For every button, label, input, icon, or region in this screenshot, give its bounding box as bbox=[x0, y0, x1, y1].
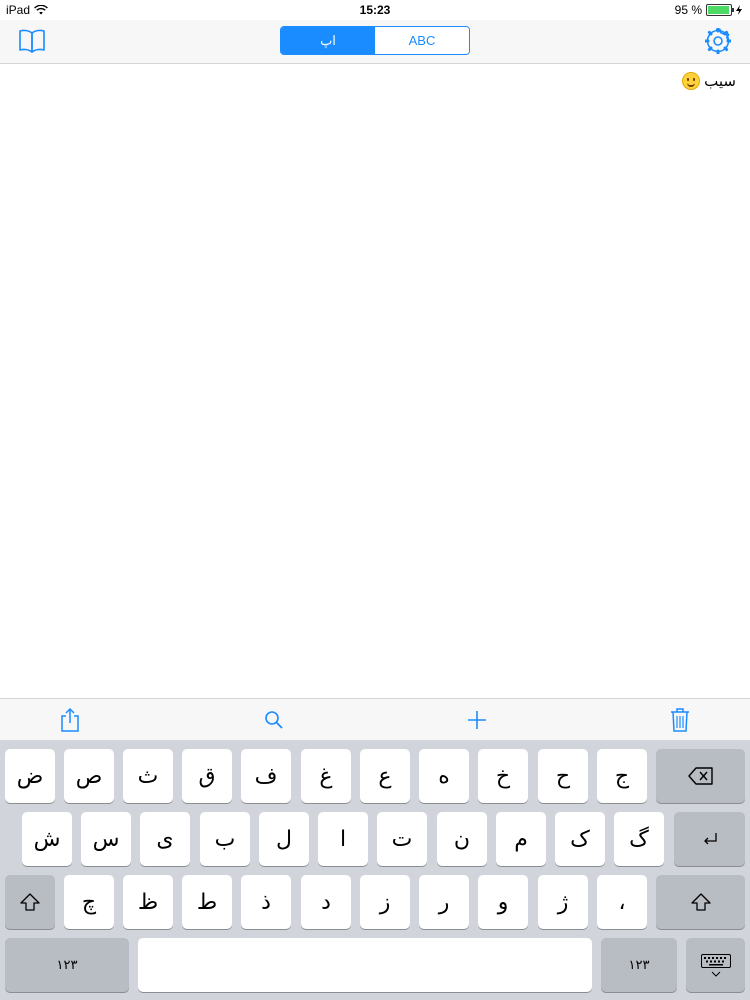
key[interactable]: ت bbox=[377, 812, 427, 866]
key[interactable]: ، bbox=[597, 875, 647, 929]
key[interactable]: غ bbox=[301, 749, 351, 803]
keyboard-icon bbox=[700, 953, 731, 968]
key[interactable]: چ bbox=[64, 875, 114, 929]
add-icon[interactable] bbox=[463, 706, 491, 734]
list-item[interactable]: سیب bbox=[682, 72, 736, 90]
key[interactable]: ب bbox=[200, 812, 250, 866]
key[interactable]: د bbox=[301, 875, 351, 929]
key[interactable]: ح bbox=[538, 749, 588, 803]
key[interactable]: س bbox=[81, 812, 131, 866]
key[interactable]: خ bbox=[478, 749, 528, 803]
key[interactable]: ص bbox=[64, 749, 114, 803]
book-icon[interactable] bbox=[16, 25, 48, 57]
key[interactable]: ژ bbox=[538, 875, 588, 929]
battery-icon bbox=[706, 4, 734, 16]
clock: 15:23 bbox=[359, 3, 391, 17]
numbers-key-right[interactable]: ١٢٣ bbox=[601, 938, 677, 992]
key[interactable]: ر bbox=[419, 875, 469, 929]
return-icon bbox=[703, 833, 717, 845]
language-segmented-control: اپ ABC bbox=[280, 26, 470, 55]
key[interactable]: ن bbox=[437, 812, 487, 866]
keyboard: ض ص ث ق ف غ ع ه خ ح ج ش س ی ب ل ا ت ن م … bbox=[0, 740, 750, 1000]
key[interactable]: و bbox=[478, 875, 528, 929]
dismiss-keyboard-key[interactable] bbox=[686, 938, 745, 992]
key[interactable]: ی bbox=[140, 812, 190, 866]
shift-icon bbox=[20, 893, 40, 911]
content-area: سیب bbox=[0, 64, 750, 698]
key[interactable]: ز bbox=[360, 875, 410, 929]
entry-text: سیب bbox=[704, 72, 736, 90]
segment-abc[interactable]: ABC bbox=[375, 27, 469, 54]
backspace-key[interactable] bbox=[656, 749, 745, 803]
numbers-key-left[interactable]: ١٢٣ bbox=[5, 938, 129, 992]
shift-key-right[interactable] bbox=[656, 875, 745, 929]
charging-bolt-icon bbox=[736, 5, 742, 15]
key[interactable]: ش bbox=[22, 812, 72, 866]
navigation-bar: اپ ABC bbox=[0, 20, 750, 64]
key[interactable]: ط bbox=[182, 875, 232, 929]
key[interactable]: م bbox=[496, 812, 546, 866]
key[interactable]: ق bbox=[182, 749, 232, 803]
key[interactable]: ض bbox=[5, 749, 55, 803]
key[interactable]: ک bbox=[555, 812, 605, 866]
segment-persian[interactable]: اپ bbox=[281, 27, 375, 54]
backspace-icon bbox=[687, 767, 713, 785]
space-bar[interactable] bbox=[138, 938, 592, 992]
status-bar: iPad 15:23 95 % bbox=[0, 0, 750, 20]
status-right: 95 % bbox=[675, 3, 742, 17]
key[interactable]: ف bbox=[241, 749, 291, 803]
key[interactable]: ا bbox=[318, 812, 368, 866]
shift-key-left[interactable] bbox=[5, 875, 55, 929]
key[interactable]: ع bbox=[360, 749, 410, 803]
share-icon[interactable] bbox=[56, 706, 84, 734]
key[interactable]: گ bbox=[614, 812, 664, 866]
smiley-emoji-icon bbox=[682, 72, 701, 90]
key[interactable]: ل bbox=[259, 812, 309, 866]
key[interactable]: ث bbox=[123, 749, 173, 803]
key[interactable]: ج bbox=[597, 749, 647, 803]
bottom-toolbar bbox=[0, 698, 750, 741]
search-icon[interactable] bbox=[260, 706, 288, 734]
key[interactable]: ظ bbox=[123, 875, 173, 929]
battery-percent: 95 % bbox=[674, 3, 702, 17]
key[interactable]: ذ bbox=[241, 875, 291, 929]
battery-fill bbox=[708, 6, 729, 14]
key[interactable]: ه bbox=[419, 749, 469, 803]
chevron-down-icon bbox=[711, 971, 720, 977]
trash-icon[interactable] bbox=[666, 706, 694, 734]
return-key[interactable] bbox=[674, 812, 745, 866]
shift-icon bbox=[690, 893, 711, 911]
gear-icon[interactable] bbox=[702, 25, 734, 57]
